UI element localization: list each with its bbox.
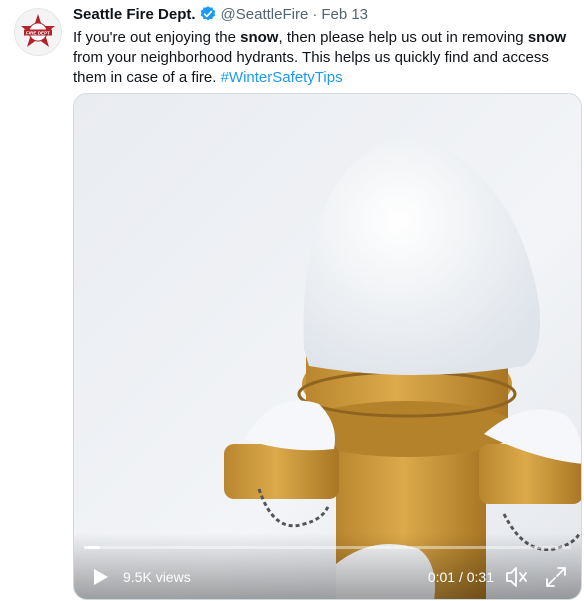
view-count: 9.5K views <box>123 569 191 585</box>
tweet-header: Seattle Fire Dept. @SeattleFire · Feb 13 <box>73 4 576 24</box>
volume-mute-icon[interactable] <box>505 566 529 588</box>
tweet-date[interactable]: Feb 13 <box>321 6 368 23</box>
avatar[interactable]: FIRE DEPT <box>14 8 62 56</box>
tweet-text: If you're out enjoying the snow, then pl… <box>73 28 578 88</box>
video-player[interactable]: 9.5K views 0:01 / 0:31 <box>73 93 582 600</box>
svg-text:FIRE DEPT: FIRE DEPT <box>26 30 50 35</box>
highlighted-word: snow <box>240 29 279 46</box>
video-time: 0:01 / 0:31 <box>427 569 494 585</box>
fullscreen-icon[interactable] <box>545 566 567 588</box>
hashtag-link[interactable]: #WinterSafetyTips <box>221 69 343 86</box>
video-progress-bar[interactable] <box>84 546 571 549</box>
video-controls: 9.5K views 0:01 / 0:31 <box>74 533 581 599</box>
tweet-body: Seattle Fire Dept. @SeattleFire · Feb 13… <box>73 4 576 88</box>
video-frame-snow-hydrant <box>74 94 581 599</box>
play-icon[interactable] <box>90 567 110 587</box>
highlighted-word: snow <box>527 29 567 46</box>
header-separator: · <box>312 5 318 23</box>
video-progress-fill <box>84 546 100 549</box>
author-handle[interactable]: @SeattleFire <box>221 6 309 23</box>
verified-badge-icon <box>199 5 217 23</box>
fire-dept-logo: FIRE DEPT <box>21 14 55 47</box>
tweet-text-segment: If you're out enjoying the <box>73 29 241 46</box>
tweet-text-segment: , then please help us out in removing <box>278 29 528 46</box>
author-name[interactable]: Seattle Fire Dept. <box>73 6 196 23</box>
